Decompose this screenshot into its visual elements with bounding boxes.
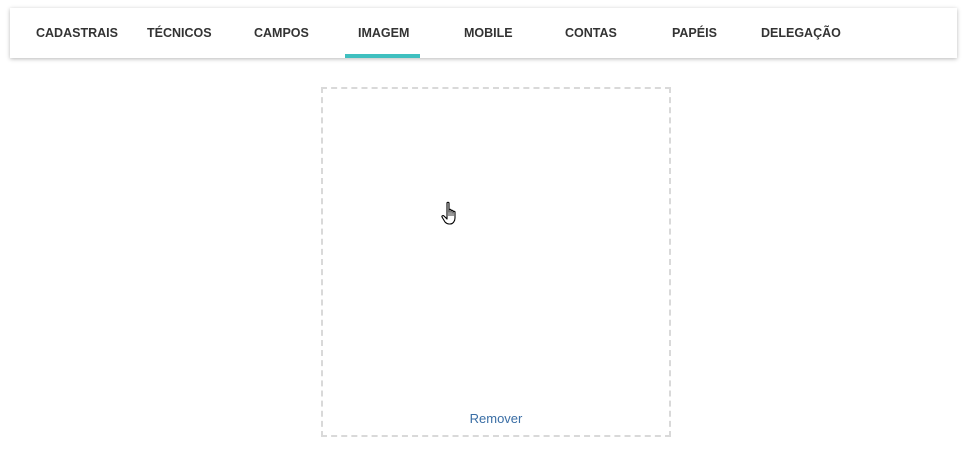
tab-imagem[interactable]: IMAGEM <box>358 8 409 58</box>
tab-mobile[interactable]: MOBILE <box>464 8 513 58</box>
remove-image-link[interactable]: Remover <box>323 411 669 426</box>
tab-tecnicos[interactable]: TÉCNICOS <box>147 8 212 58</box>
tab-bar: CADASTRAIS TÉCNICOS CAMPOS IMAGEM MOBILE… <box>10 8 957 58</box>
tab-delegacao[interactable]: DELEGAÇÃO <box>761 8 841 58</box>
tab-papeis[interactable]: PAPÉIS <box>672 8 717 58</box>
tab-contas[interactable]: CONTAS <box>565 8 617 58</box>
image-dropzone[interactable]: Remover <box>321 87 671 437</box>
tab-campos[interactable]: CAMPOS <box>254 8 309 58</box>
hand-pointer-icon <box>441 201 456 225</box>
active-tab-indicator <box>345 54 420 58</box>
tab-cadastrais[interactable]: CADASTRAIS <box>36 8 118 58</box>
